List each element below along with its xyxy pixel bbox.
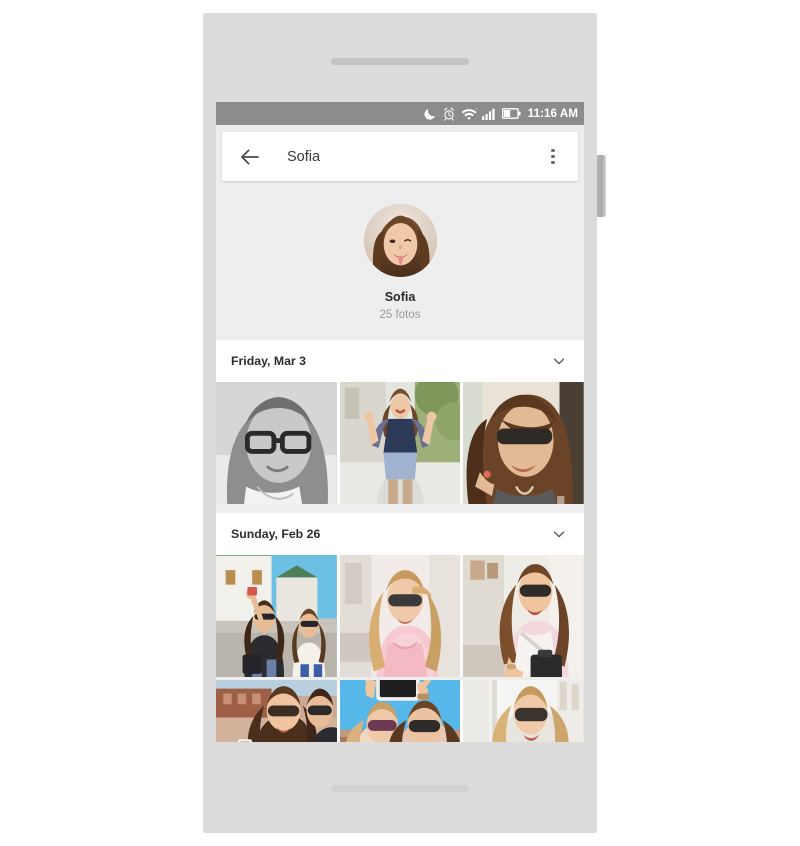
earpiece-speaker — [331, 58, 469, 65]
profile-header: Sofia 25 fotos — [216, 181, 584, 340]
wifi-icon — [461, 107, 477, 121]
photo-row — [216, 382, 584, 504]
section-title: Sunday, Feb 26 — [231, 527, 321, 541]
section-divider — [216, 504, 584, 513]
app-bar-title: Sofia — [287, 148, 321, 165]
alarm-icon — [442, 107, 456, 121]
phone-screen: 11:16 AM Sofia Sofia 25 fotos Friday, Ma… — [216, 102, 584, 742]
avatar[interactable] — [363, 204, 437, 277]
overflow-menu-icon[interactable] — [542, 145, 564, 169]
signal-icon — [481, 107, 497, 121]
photo-row — [216, 680, 584, 742]
photo-thumbnail[interactable] — [339, 680, 461, 742]
photo-thumbnail[interactable] — [216, 382, 337, 504]
section-header-1[interactable]: Sunday, Feb 26 — [216, 513, 584, 555]
moon-icon — [423, 107, 437, 121]
section-header-0[interactable]: Friday, Mar 3 — [216, 340, 584, 382]
photo-row — [216, 555, 584, 677]
section-title: Friday, Mar 3 — [231, 354, 306, 368]
home-indicator-bar[interactable] — [331, 785, 469, 792]
chevron-down-icon[interactable] — [550, 352, 568, 370]
photo-thumbnail[interactable] — [339, 555, 461, 677]
photo-thumbnail[interactable] — [339, 382, 461, 504]
back-arrow-icon[interactable] — [238, 145, 262, 169]
photo-thumbnail[interactable] — [463, 555, 584, 677]
photo-thumbnail[interactable] — [216, 555, 337, 677]
status-bar: 11:16 AM — [216, 102, 584, 125]
photo-thumbnail[interactable] — [463, 382, 584, 504]
profile-photo-count: 25 fotos — [379, 309, 421, 321]
profile-name: Sofia — [384, 290, 416, 304]
chevron-down-icon[interactable] — [550, 525, 568, 543]
photo-thumbnail[interactable] — [216, 680, 337, 742]
battery-icon — [501, 107, 521, 120]
status-bar-clock: 11:16 AM — [527, 107, 578, 120]
power-button[interactable] — [597, 155, 606, 217]
phone-device-frame: 11:16 AM Sofia Sofia 25 fotos Friday, Ma… — [203, 13, 597, 833]
app-bar: Sofia — [222, 132, 578, 181]
photo-thumbnail[interactable] — [463, 680, 584, 742]
